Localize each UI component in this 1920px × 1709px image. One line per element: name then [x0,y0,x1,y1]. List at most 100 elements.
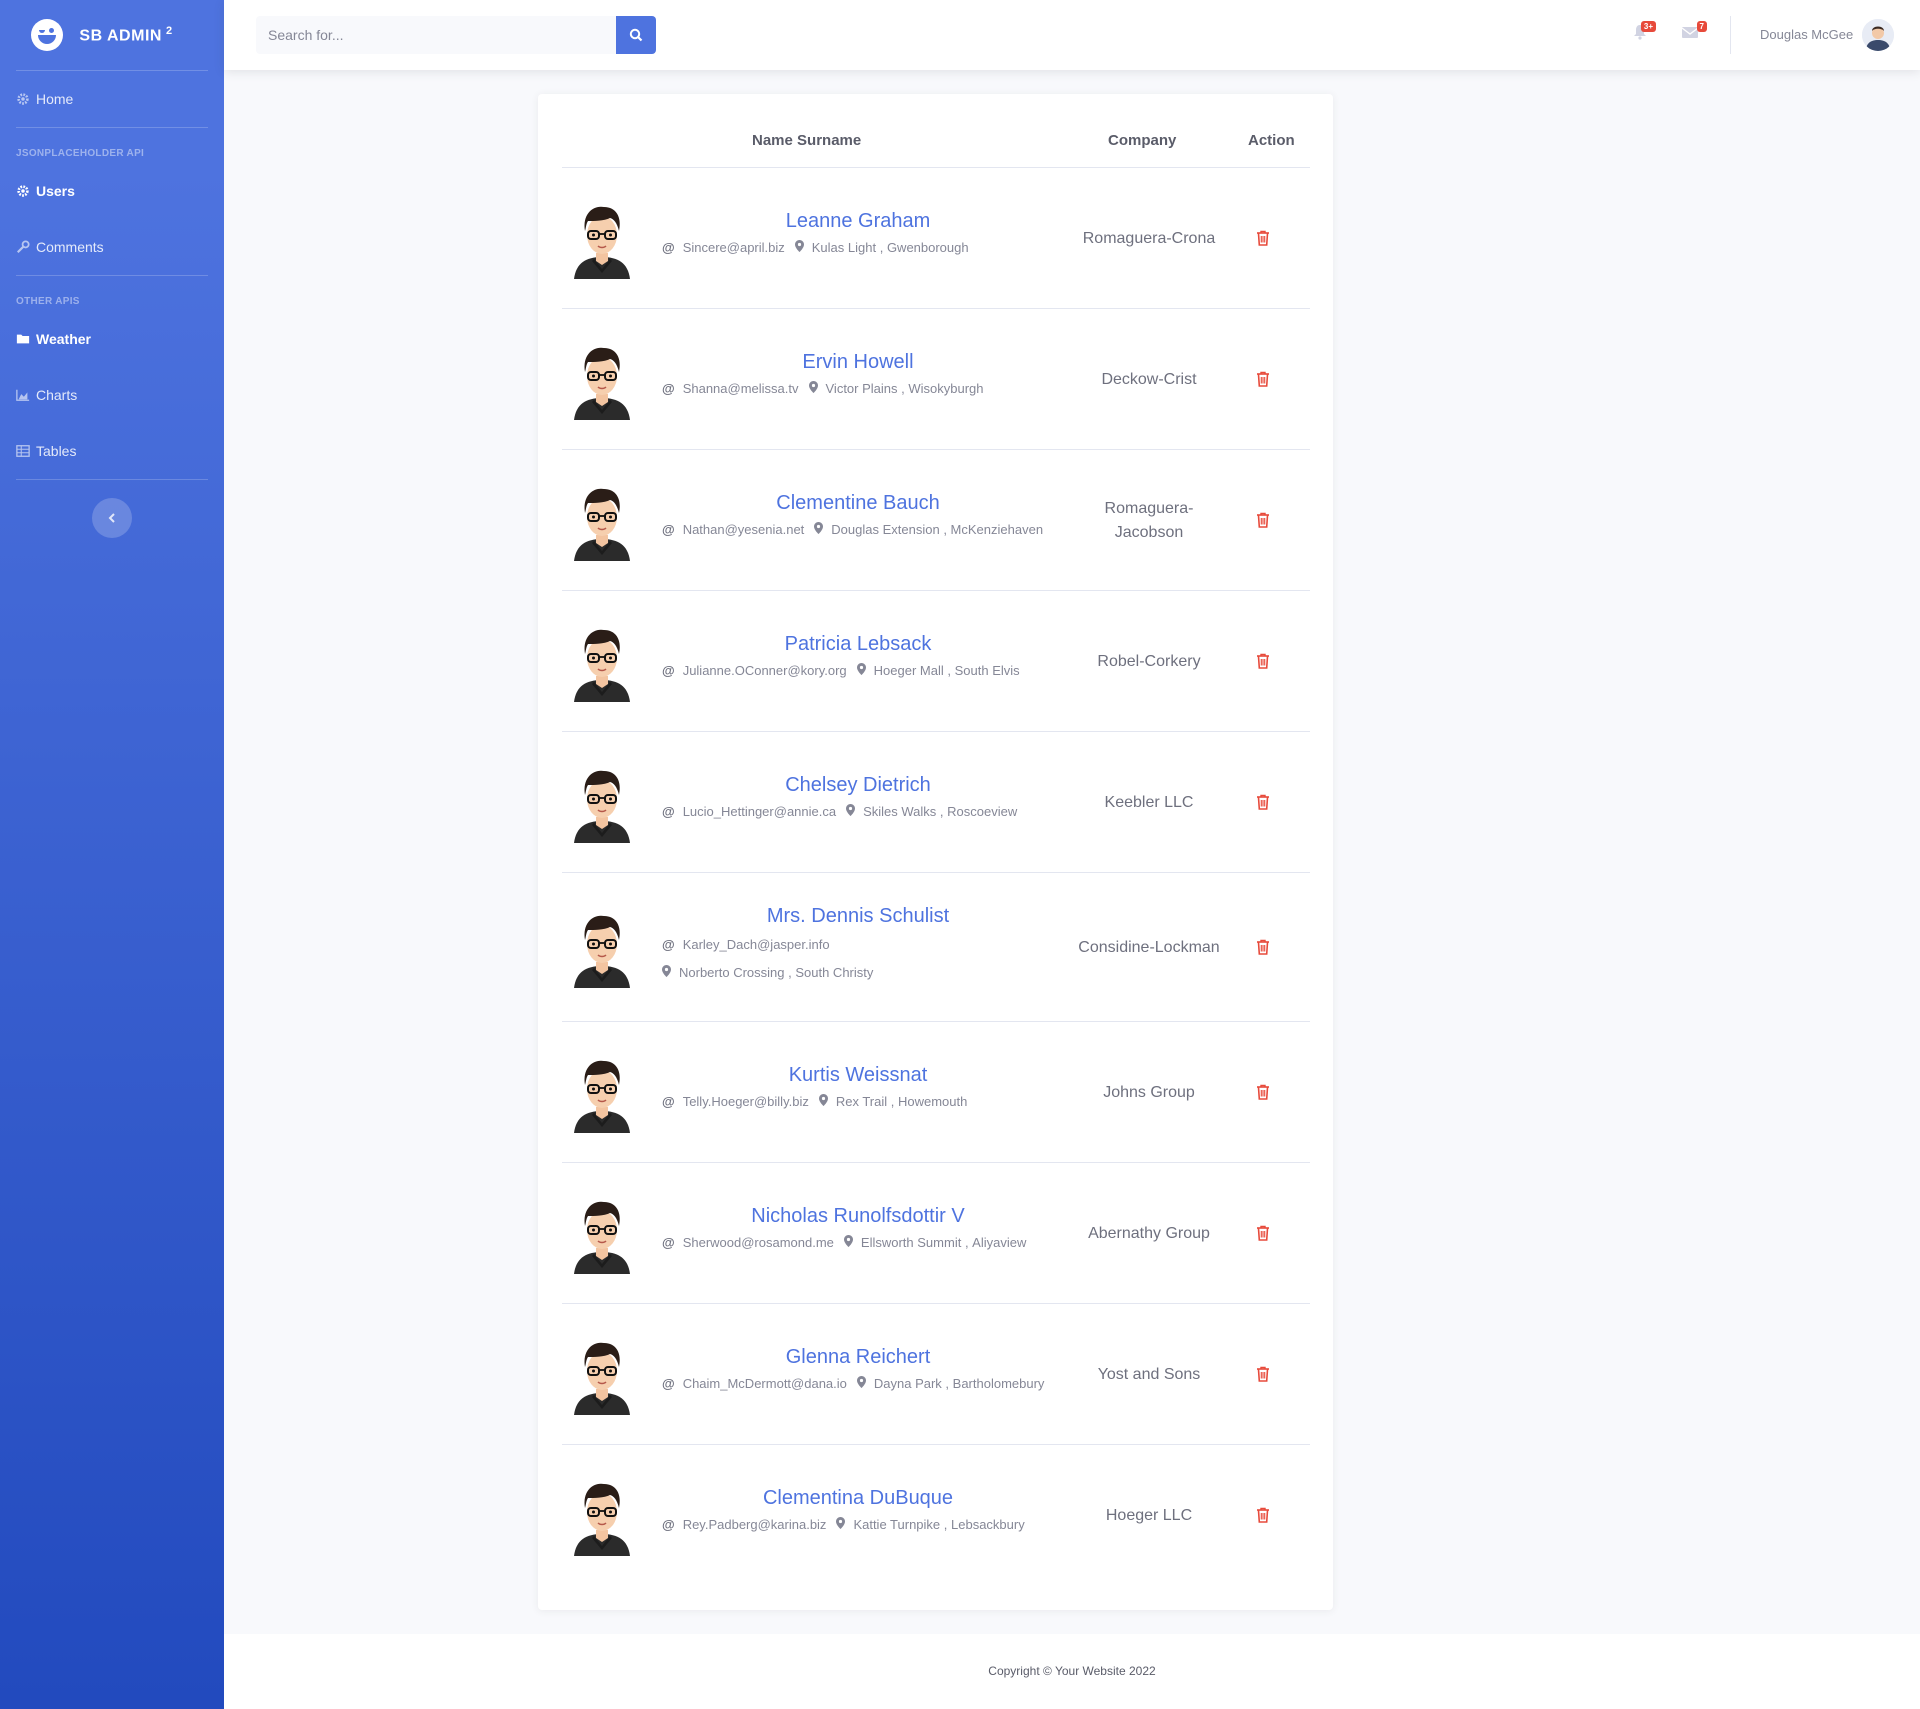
user-address: Norberto Crossing , South Christy [658,965,873,980]
sidebar-toggle-button[interactable] [92,498,132,538]
user-avatar-image [572,1194,632,1274]
user-name-link[interactable]: Patricia Lebsack [658,633,1058,656]
user-street: Skiles Walks [863,804,937,819]
user-contact: @ Chaim_McDermott@dana.io Dayna Park , Bar… [662,1376,1045,1391]
user-name-link[interactable]: Mrs. Dennis Schulist [658,905,1058,928]
at-icon: @ [662,381,675,396]
user-avatar-image [572,340,632,420]
user-name[interactable]: Douglas McGee [1760,27,1853,42]
sidebar-item-comments[interactable]: Comments [0,219,224,275]
user-street: Kulas Light [811,240,877,255]
user-city: South Elvis [954,663,1020,678]
map-marker-icon [836,1517,846,1532]
trash-icon[interactable] [1256,653,1272,671]
sidebar-item-label: Comments [36,239,104,255]
user-company: Yost and Sons [1097,1365,1201,1383]
at-icon: @ [662,937,675,952]
trash-icon[interactable] [1256,230,1272,248]
user-name-link[interactable]: Glenna Reichert [658,1346,1058,1369]
trash-icon[interactable] [1256,1084,1272,1102]
wrench-icon [16,240,30,254]
user-street: Dayna Park [873,1376,942,1391]
user-avatar-image [572,1476,632,1556]
table-row: Patricia Lebsack @ Julianne.OConner@kory.… [562,591,1310,732]
user-name-link[interactable]: Clementine Bauch [658,492,1058,515]
sidebar-brand[interactable]: SB ADMIN 2 [0,0,224,70]
search-button[interactable] [616,16,656,54]
user-company: Robel-Corkery [1097,652,1201,670]
user-avatar-image [572,622,632,702]
sidebar-item-home[interactable]: Home [0,71,224,127]
user-name-link[interactable]: Leanne Graham [658,210,1058,233]
user-city: Howemouth [897,1094,968,1109]
user-email: Julianne.OConner@kory.org [682,663,847,678]
user-email: Shanna@melissa.tv [682,381,799,396]
avatar[interactable] [1862,19,1894,51]
user-name-link[interactable]: Nicholas Runolfsdottir V [658,1205,1058,1228]
laugh-wink-icon [31,19,64,51]
table-row: Mrs. Dennis Schulist @ Karley_Dach@jasper… [562,873,1310,1022]
user-name-link[interactable]: Kurtis Weissnat [658,1064,1058,1087]
table-row: Nicholas Runolfsdottir V @ Sherwood@rosam… [562,1163,1310,1304]
user-contact: @ Shanna@melissa.tv Victor Plains , Wisoky… [662,381,984,396]
sidebar-item-label: Users [36,183,75,199]
user-name-link[interactable]: Ervin Howell [658,351,1058,374]
user-email: Lucio_Hettinger@annie.ca [682,804,837,819]
sidebar-divider [16,479,208,480]
user-street: Douglas Extension [831,522,940,537]
table-row: Clementina DuBuque @ Rey.Padberg@karina.b… [562,1445,1310,1586]
user-contact: @ Julianne.OConner@kory.org Hoeger Mall , … [662,663,1020,678]
messages-dropdown[interactable]: 7 [1681,21,1707,45]
user-name-link[interactable]: Chelsey Dietrich [658,774,1058,797]
table-row: Clementine Bauch @ Nathan@yesenia.net Doug… [562,450,1310,591]
trash-icon[interactable] [1256,1507,1272,1525]
table-row: Leanne Graham @ Sincere@april.biz Kulas Li… [562,168,1310,309]
user-avatar-image [572,199,632,279]
user-city: Aliyaview [972,1235,1027,1250]
user-company: Deckow-Crist [1101,370,1197,388]
gear-icon [17,93,29,105]
user-avatar-image [572,481,632,561]
user-email: Rey.Padberg@karina.biz [682,1517,827,1532]
user-email: @ Karley_Dach@jasper.info [662,937,830,952]
topbar: 3+ 7 Douglas McGee [224,0,1920,70]
table-header: Name Surname Company Action [562,94,1310,168]
sidebar-item-users[interactable]: Users [0,163,224,219]
user-name-link[interactable]: Clementina DuBuque [658,1487,1058,1510]
search-form [256,16,656,54]
user-email: Sherwood@rosamond.me [682,1235,834,1250]
map-marker-icon [808,381,818,396]
table-row: Kurtis Weissnat @ Telly.Hoeger@billy.biz R… [562,1022,1310,1163]
brand-name: SB ADMIN 2 [79,24,173,45]
sidebar-item-tables[interactable]: Tables [0,423,224,479]
trash-icon[interactable] [1256,1225,1272,1243]
trash-icon[interactable] [1256,1366,1272,1384]
at-icon: @ [662,522,675,537]
sidebar-item-weather[interactable]: Weather [0,311,224,367]
user-city: Lebsackbury [951,1517,1025,1532]
map-marker-icon [794,240,804,255]
alerts-dropdown[interactable]: 3+ [1632,21,1656,45]
user-email: Chaim_McDermott@dana.io [682,1376,847,1391]
map-marker-icon [856,1376,866,1391]
table-row: Ervin Howell @ Shanna@melissa.tv Victor Pl… [562,309,1310,450]
trash-icon[interactable] [1256,939,1272,957]
topbar-divider [1730,16,1731,54]
trash-icon[interactable] [1256,371,1272,389]
trash-icon[interactable] [1256,512,1272,530]
map-marker-icon [843,1235,853,1250]
user-email: Telly.Hoeger@billy.biz [682,1094,809,1109]
chevron-left-icon [108,513,115,523]
table-icon [16,445,30,457]
user-street: Rex Trail [835,1094,888,1109]
at-icon: @ [662,240,675,255]
at-icon: @ [662,1235,675,1250]
user-email: Nathan@yesenia.net [682,522,805,537]
map-marker-icon [856,663,866,678]
trash-icon[interactable] [1256,794,1272,812]
sidebar-item-charts[interactable]: Charts [0,367,224,423]
map-marker-icon [662,965,671,980]
search-input[interactable] [256,16,616,54]
messages-badge: 7 [1696,21,1707,32]
users-card: Name Surname Company Action Leanne Graha… [538,94,1333,1610]
